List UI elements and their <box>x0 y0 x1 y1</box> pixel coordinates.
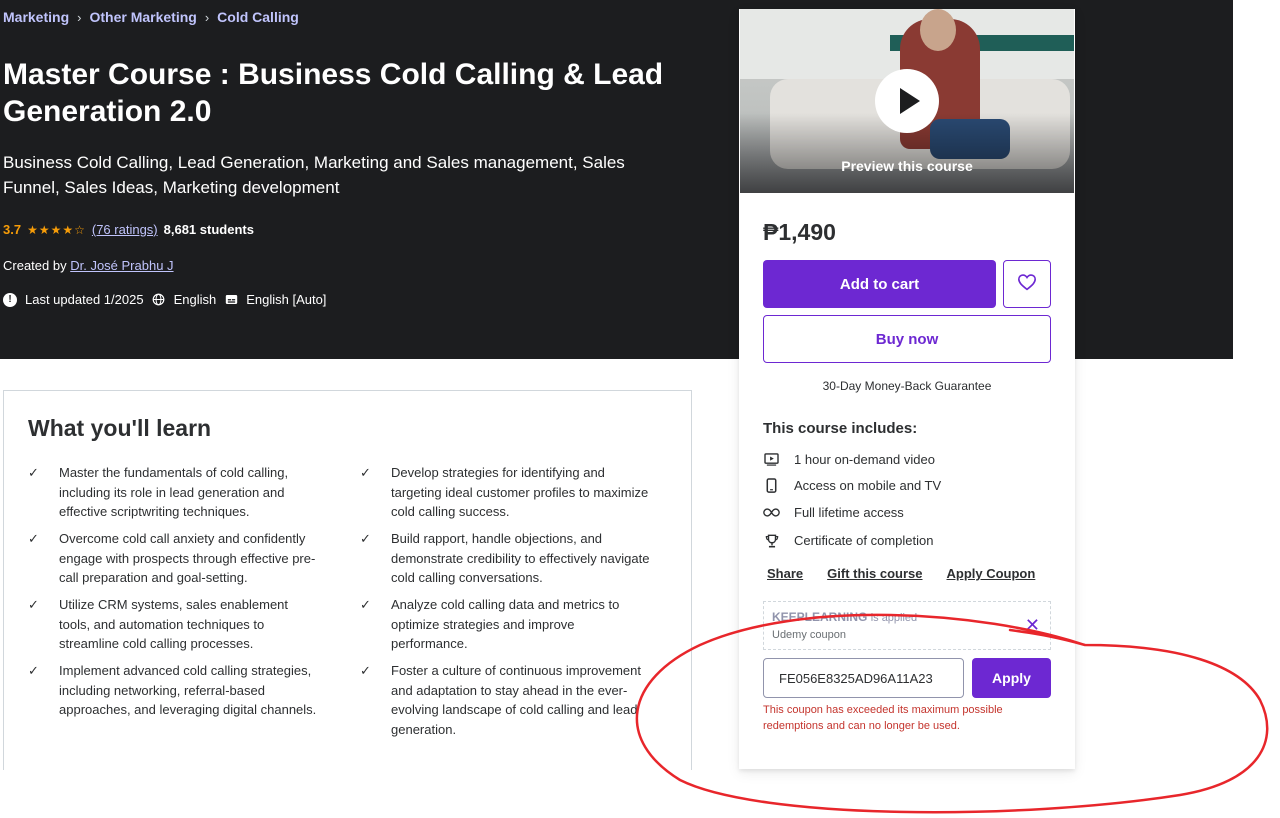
ratings-link[interactable]: (76 ratings) <box>92 222 158 237</box>
money-back-guarantee: 30-Day Money-Back Guarantee <box>822 379 992 393</box>
check-icon: ✓ <box>360 597 371 612</box>
list-item: Access on mobile and TV <box>763 477 941 494</box>
heart-icon <box>1017 273 1037 296</box>
infinity-icon <box>763 504 780 521</box>
last-updated: Last updated 1/2025 <box>25 292 144 307</box>
course-captions: English [Auto] <box>246 292 327 307</box>
coupon-input[interactable] <box>763 658 964 698</box>
chevron-right-icon: › <box>204 9 210 25</box>
share-link[interactable]: Share <box>767 566 803 581</box>
learn-item-text: Implement advanced cold calling strategi… <box>59 663 317 717</box>
rating-value: 3.7 <box>3 222 22 237</box>
coupon-code-line: KEEPLEARNING is applied <box>772 610 917 624</box>
check-icon: ✓ <box>360 465 371 480</box>
list-item: ✓ Overcome cold call anxiety and confide… <box>28 529 318 588</box>
breadcrumb-item-marketing[interactable]: Marketing <box>3 9 69 25</box>
sidebar-links: Share Gift this course Apply Coupon <box>767 566 1035 581</box>
list-item: Certificate of completion <box>763 532 933 549</box>
instructor-link[interactable]: Dr. José Prabhu J <box>70 258 173 273</box>
learn-item-text: Overcome cold call anxiety and confident… <box>59 531 316 585</box>
globe-icon <box>152 293 166 307</box>
course-meta: ! Last updated 1/2025 English English [A… <box>3 292 326 307</box>
breadcrumb-item-cold-calling[interactable]: Cold Calling <box>217 9 299 25</box>
check-icon: ✓ <box>360 663 371 678</box>
list-item: Full lifetime access <box>763 504 904 521</box>
preview-label: Preview this course <box>841 158 973 174</box>
coupon-error-message: This coupon has exceeded its maximum pos… <box>763 704 1003 732</box>
chevron-right-icon: › <box>77 9 82 25</box>
list-item: ✓ Utilize CRM systems, sales enablement … <box>28 595 318 654</box>
mobile-icon <box>763 477 780 494</box>
list-item: ✓ Analyze cold calling data and metrics … <box>360 595 650 654</box>
list-item: ✓ Master the fundamentals of cold callin… <box>28 463 318 522</box>
list-item: ✓ Develop strategies for identifying and… <box>360 463 650 522</box>
learn-item-text: Utilize CRM systems, sales enablement to… <box>59 597 289 651</box>
created-by-label: Created by <box>3 258 67 273</box>
applied-coupon: KEEPLEARNING is applied Udemy coupon ✕ <box>763 601 1051 650</box>
list-item: ✓ Implement advanced cold calling strate… <box>28 661 318 720</box>
course-language: English <box>173 292 217 307</box>
include-text: 1 hour on-demand video <box>794 452 935 467</box>
wishlist-button[interactable] <box>1003 260 1051 308</box>
check-icon: ✓ <box>28 465 39 480</box>
video-icon <box>763 451 780 468</box>
breadcrumb: Marketing › Other Marketing › Cold Calli… <box>3 9 299 25</box>
list-item: 1 hour on-demand video <box>763 451 935 468</box>
add-to-cart-button[interactable]: Add to cart <box>763 260 996 308</box>
apply-coupon-link[interactable]: Apply Coupon <box>947 566 1036 581</box>
coupon-code: KEEPLEARNING <box>772 610 868 624</box>
learn-item-text: Foster a culture of continuous improveme… <box>391 663 642 737</box>
close-icon[interactable]: ✕ <box>1025 615 1040 636</box>
student-count: 8,681 students <box>163 222 254 237</box>
includes-title: This course includes: <box>763 420 918 437</box>
what-youll-learn: What you'll learn ✓ Master the fundament… <box>3 390 692 770</box>
preview-image-head <box>920 9 956 51</box>
learn-item-text: Develop strategies for identifying and t… <box>391 465 649 519</box>
check-icon: ✓ <box>28 597 39 612</box>
course-price: ₱1,490 <box>763 219 836 245</box>
captions-icon <box>224 293 238 307</box>
check-icon: ✓ <box>360 531 371 546</box>
created-by: Created by Dr. José Prabhu J <box>3 258 174 273</box>
list-item: ✓ Build rapport, handle objections, and … <box>360 529 650 588</box>
include-text: Certificate of completion <box>794 533 934 548</box>
buy-now-button[interactable]: Buy now <box>763 315 1051 363</box>
course-title: Master Course : Business Cold Calling & … <box>3 58 664 128</box>
purchase-sidebar: Preview this course ₱1,490 Add to cart B… <box>739 9 1075 769</box>
course-subtitle: Business Cold Calling, Lead Generation, … <box>3 153 625 197</box>
rating-row: 3.7 ★★★★☆ (76 ratings) 8,681 students <box>3 222 254 237</box>
learn-item-text: Build rapport, handle objections, and de… <box>391 531 650 585</box>
coupon-type: Udemy coupon <box>772 629 846 641</box>
include-text: Full lifetime access <box>794 505 904 520</box>
trophy-icon <box>763 532 780 549</box>
star-rating-icon: ★★★★☆ <box>27 222 86 237</box>
learn-item-text: Master the fundamentals of cold calling,… <box>59 465 289 519</box>
check-icon: ✓ <box>28 531 39 546</box>
learn-title: What you'll learn <box>28 415 212 441</box>
breadcrumb-item-other-marketing[interactable]: Other Marketing <box>89 9 196 25</box>
play-icon[interactable] <box>875 69 939 133</box>
coupon-status: is applied <box>870 612 918 624</box>
list-item: ✓ Foster a culture of continuous improve… <box>360 661 650 739</box>
check-icon: ✓ <box>28 663 39 678</box>
apply-coupon-button[interactable]: Apply <box>972 658 1051 698</box>
gift-course-link[interactable]: Gift this course <box>827 566 922 581</box>
alert-icon: ! <box>3 292 17 307</box>
include-text: Access on mobile and TV <box>794 478 942 493</box>
course-preview[interactable]: Preview this course <box>740 9 1074 193</box>
learn-item-text: Analyze cold calling data and metrics to… <box>391 597 620 651</box>
